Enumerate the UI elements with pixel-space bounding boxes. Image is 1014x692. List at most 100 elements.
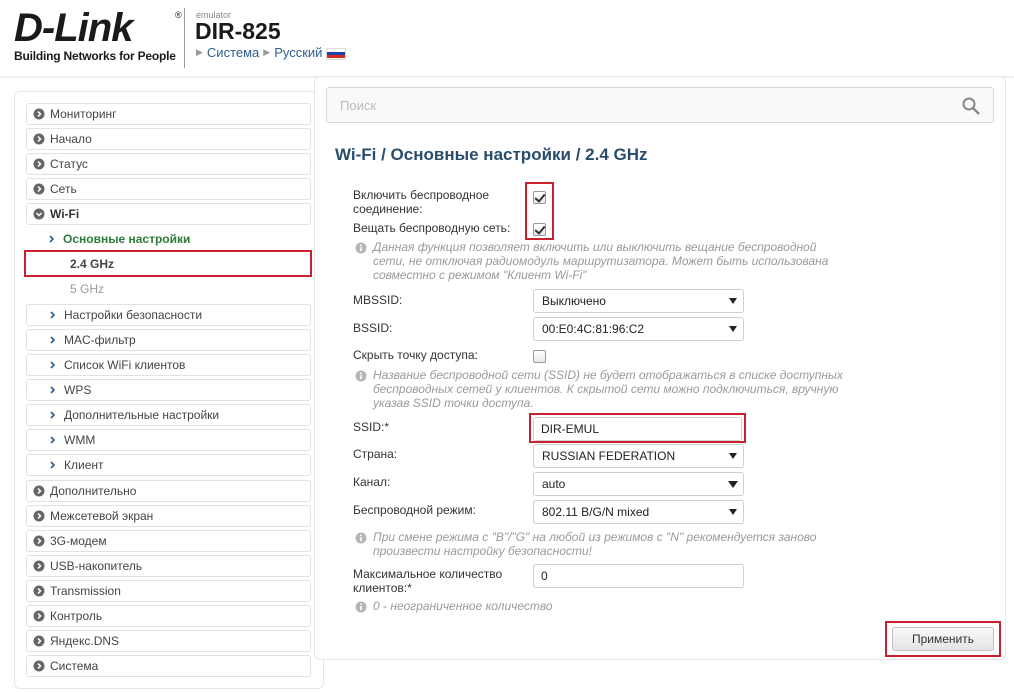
sidebar-item-label: Межсетевой экран bbox=[50, 509, 154, 523]
chevron-right-icon bbox=[50, 336, 56, 344]
sidebar-item-client[interactable]: Клиент bbox=[26, 454, 311, 476]
dlink-logo[interactable]: D-Link ® Building Networks for People bbox=[14, 6, 182, 63]
highlight-checkboxes bbox=[525, 182, 554, 240]
sidebar-item-network[interactable]: Сеть bbox=[26, 178, 311, 200]
language-link[interactable]: Русский bbox=[274, 45, 322, 60]
info-icon bbox=[355, 242, 367, 254]
sidebar-item-label: Система bbox=[50, 659, 99, 673]
sidebar-item-label: Статус bbox=[50, 157, 88, 171]
dropdown-arrow-icon bbox=[729, 298, 737, 304]
sidebar-item-label: WPS bbox=[64, 383, 92, 397]
sidebar-menu: Мониторинг Начало Статус Сеть Wi-Fi Осно… bbox=[14, 91, 324, 689]
sidebar-item-label: Начало bbox=[50, 132, 92, 146]
header-divider bbox=[184, 8, 185, 68]
logo-tagline: Building Networks for People bbox=[14, 49, 176, 63]
sidebar-item-advanced[interactable]: Дополнительно bbox=[26, 480, 311, 502]
mode-label: Беспроводной режим: bbox=[353, 503, 476, 517]
sidebar-item-system[interactable]: Система bbox=[26, 655, 311, 677]
country-value: RUSSIAN FEDERATION bbox=[542, 449, 676, 463]
sidebar-item-5ghz[interactable]: 5 GHz bbox=[26, 278, 311, 300]
mbssid-select[interactable]: Выключено bbox=[533, 289, 744, 313]
page-title: Wi-Fi / Основные настройки / 2.4 GHz bbox=[335, 145, 648, 164]
sidebar-item-wifi[interactable]: Wi-Fi bbox=[26, 203, 311, 225]
channel-label: Канал: bbox=[353, 475, 391, 489]
russian-flag-icon[interactable] bbox=[326, 47, 347, 60]
info-icon bbox=[355, 532, 367, 544]
sidebar-item-usb-storage[interactable]: USB-накопитель bbox=[26, 555, 311, 577]
bssid-select[interactable]: 00:E0:4C:81:96:C2 bbox=[533, 317, 744, 341]
search-icon[interactable] bbox=[961, 96, 981, 116]
broadcast-hint-line2: сети, не отключая радиомодуль маршрутиза… bbox=[373, 254, 829, 268]
bssid-value: 00:E0:4C:81:96:C2 bbox=[542, 322, 645, 336]
sidebar-item-start[interactable]: Начало bbox=[26, 128, 311, 150]
channel-select[interactable]: auto bbox=[533, 472, 744, 496]
broadcast-hint-line3: совместно с режимом "Клиент Wi-Fi" bbox=[373, 268, 587, 282]
hide-ap-label: Скрыть точку доступа: bbox=[353, 348, 478, 362]
sidebar-item-firewall[interactable]: Межсетевой экран bbox=[26, 505, 311, 527]
mode-hint-line2: произвести настройку безопасности! bbox=[373, 544, 592, 558]
chevron-right-icon bbox=[50, 411, 56, 419]
sidebar-item-wmm[interactable]: WMM bbox=[26, 429, 311, 451]
max-clients-input[interactable]: 0 bbox=[533, 564, 744, 588]
chevron-right-circle-icon bbox=[33, 510, 45, 522]
max-clients-label-line2: клиентов:* bbox=[353, 581, 412, 595]
ssid-label: SSID:* bbox=[353, 420, 390, 434]
chevron-right-icon bbox=[50, 311, 56, 319]
hide-ap-checkbox[interactable] bbox=[533, 350, 546, 363]
sidebar-item-label: Контроль bbox=[50, 609, 103, 623]
sidebar-item-wps[interactable]: WPS bbox=[26, 379, 311, 401]
header: D-Link ® Building Networks for People em… bbox=[0, 0, 1014, 78]
sidebar-item-status[interactable]: Статус bbox=[26, 153, 311, 175]
chevron-right-circle-icon bbox=[33, 535, 45, 547]
sidebar-item-advanced-settings[interactable]: Дополнительные настройки bbox=[26, 404, 311, 426]
sidebar-item-security-settings[interactable]: Настройки безопасности bbox=[26, 304, 311, 326]
sidebar-item-label: Яндекс.DNS bbox=[50, 634, 120, 648]
broadcast-label: Вещать беспроводную сеть: bbox=[353, 221, 511, 235]
chevron-right-icon bbox=[50, 386, 56, 394]
sidebar-item-label: Дополнительные настройки bbox=[64, 408, 220, 422]
model-name: DIR-825 bbox=[195, 18, 281, 44]
mode-select[interactable]: 802.11 B/G/N mixed bbox=[533, 500, 744, 524]
search-input[interactable]: Поиск bbox=[340, 98, 376, 113]
chevron-right-circle-icon bbox=[33, 133, 45, 145]
highlight-2-4ghz bbox=[24, 250, 312, 277]
chevron-right-icon bbox=[50, 461, 56, 469]
sidebar-item-transmission[interactable]: Transmission bbox=[26, 580, 311, 602]
dropdown-arrow-icon bbox=[729, 326, 737, 332]
logo-text: D-Link bbox=[14, 6, 133, 50]
sidebar-item-yandex-dns[interactable]: Яндекс.DNS bbox=[26, 630, 311, 652]
sidebar-item-label: Список WiFi клиентов bbox=[64, 358, 186, 372]
mode-hint-line1: При смене режима с "B"/"G" на любой из р… bbox=[373, 530, 817, 544]
sidebar-item-wifi-clients[interactable]: Список WiFi клиентов bbox=[26, 354, 311, 376]
sidebar-item-label: Сеть bbox=[50, 182, 77, 196]
sidebar-item-label: Wi-Fi bbox=[50, 207, 80, 221]
sidebar-item-mac-filter[interactable]: MAC-фильтр bbox=[26, 329, 311, 351]
hide-hint-line2: беспроводных сетей у клиентов. К скрытой… bbox=[373, 382, 839, 396]
search-bar[interactable]: Поиск bbox=[326, 87, 994, 123]
bssid-label: BSSID: bbox=[353, 321, 393, 335]
chevron-right-circle-icon bbox=[33, 158, 45, 170]
chevron-right-icon bbox=[49, 235, 55, 243]
sidebar-item-label: 3G-модем bbox=[50, 534, 107, 548]
highlight-ssid bbox=[529, 413, 746, 443]
triangle-right-icon: ▶ bbox=[263, 47, 271, 57]
sidebar-item-monitoring[interactable]: Мониторинг bbox=[26, 103, 311, 125]
chevron-right-icon bbox=[50, 436, 56, 444]
sidebar-item-label: USB-накопитель bbox=[50, 559, 143, 573]
triangle-right-icon: ▶ bbox=[196, 47, 203, 57]
dropdown-arrow-icon bbox=[728, 481, 738, 488]
channel-value: auto bbox=[542, 477, 566, 491]
chevron-right-circle-icon bbox=[33, 585, 45, 597]
chevron-right-circle-icon bbox=[33, 635, 45, 647]
system-link[interactable]: Система bbox=[207, 45, 259, 60]
chevron-right-icon bbox=[50, 361, 56, 369]
info-icon bbox=[355, 370, 367, 382]
country-select[interactable]: RUSSIAN FEDERATION bbox=[533, 444, 744, 468]
sidebar-item-control[interactable]: Контроль bbox=[26, 605, 311, 627]
sidebar-item-label: Клиент bbox=[64, 458, 104, 472]
hide-hint-line3: указав SSID точки доступа. bbox=[373, 396, 534, 410]
chevron-down-circle-icon bbox=[33, 208, 45, 220]
sidebar-item-3g-modem[interactable]: 3G-модем bbox=[26, 530, 311, 552]
dropdown-arrow-icon bbox=[729, 453, 737, 459]
sidebar-item-basic-settings[interactable]: Основные настройки bbox=[26, 228, 311, 250]
